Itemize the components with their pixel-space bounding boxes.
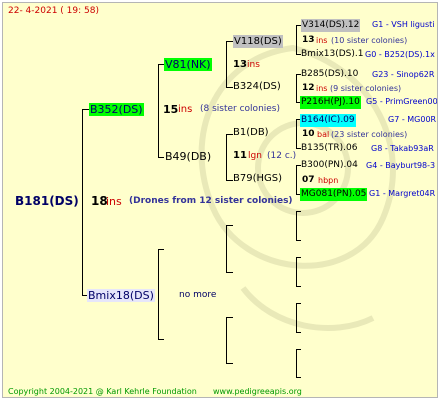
connector xyxy=(158,157,164,158)
gen3-queen-v118[interactable]: V118(DS) xyxy=(233,35,283,48)
connector xyxy=(296,303,297,332)
gen4-mg081-ref: G1 - Margret04R xyxy=(369,189,436,198)
gen4-queen-b164[interactable]: B164(IC).09 xyxy=(300,114,356,127)
gen4-queen-b135[interactable]: B135(TR).06 xyxy=(301,144,357,153)
connector xyxy=(296,257,297,286)
connector xyxy=(296,349,297,377)
connector xyxy=(296,119,297,148)
connector xyxy=(226,317,233,318)
header-timestamp: 22- 4-2021 ( 19: 58) xyxy=(8,6,99,16)
pedigree-chart: 22- 4-2021 ( 19: 58) B181(DS) 18 ins (Dr… xyxy=(2,2,438,398)
gen4-b324-ins: ins xyxy=(316,84,328,93)
gen2-b49-ins: lgn xyxy=(248,151,262,161)
gen4-queen-b285[interactable]: B285(DS).10 xyxy=(301,70,358,79)
gen1-b352-note: (8 sister colonies) xyxy=(200,104,281,114)
gen2-queen-v81[interactable]: V81(NK) xyxy=(164,58,212,71)
connector xyxy=(296,240,301,241)
gen3-queen-b1[interactable]: B1(DB) xyxy=(233,128,269,138)
root-ins: ins xyxy=(106,195,122,208)
gen4-v118-number: 13 xyxy=(302,35,315,45)
connector xyxy=(226,180,233,181)
connector xyxy=(296,211,297,240)
footer-copyright: Copyright 2004-2021 @ Karl Kehrle Founda… xyxy=(8,387,197,396)
gen4-bmix13-ref: G0 - B252(DS).1x xyxy=(365,50,435,59)
connector xyxy=(296,349,301,350)
connector xyxy=(226,317,227,363)
gen4-queen-v314[interactable]: V314(DS).12 xyxy=(301,19,361,32)
gen4-b79-number: 07 xyxy=(302,175,315,185)
gen1-b352-number: 15 xyxy=(163,103,179,116)
connector xyxy=(226,225,227,272)
gen4-b324-number: 12 xyxy=(302,83,315,93)
gen4-b164-ref: G7 - MG00R xyxy=(388,115,437,124)
gen4-b1-ins: bal xyxy=(317,130,330,139)
connector xyxy=(226,363,233,364)
connector xyxy=(226,87,233,88)
gen4-queen-bmix13[interactable]: Bmix13(DS).1 xyxy=(301,50,363,59)
gen4-queen-p216h[interactable]: P216H(PJ).10 xyxy=(300,96,361,109)
connector xyxy=(158,64,159,157)
gen4-v118-ins: ins xyxy=(316,36,328,45)
connector xyxy=(296,377,301,378)
connector xyxy=(158,339,164,340)
connector xyxy=(296,332,301,333)
gen4-b1-number: 10 xyxy=(302,129,315,139)
gen4-b300-ref: G4 - Bayburt98-3 xyxy=(366,161,436,170)
gen1-queen-bmix18[interactable]: Bmix18(DS) xyxy=(87,289,155,302)
gen4-v314-ref: G1 - VSH ligusti xyxy=(372,20,435,29)
connector xyxy=(296,211,301,212)
gen2-b49-number: 11 xyxy=(233,150,247,161)
gen2-v81-ins: ins xyxy=(247,60,260,70)
connector xyxy=(296,165,297,194)
connector xyxy=(226,225,233,226)
gen4-v118-note: (10 sister colonies) xyxy=(331,36,408,45)
connector xyxy=(296,286,301,287)
connector xyxy=(226,134,233,135)
gen1-b352-ins: ins xyxy=(178,104,193,115)
gen4-b135-ref: G8 - Takab93aR xyxy=(371,144,434,153)
connector xyxy=(226,41,227,87)
connector xyxy=(82,109,83,295)
connector xyxy=(158,249,164,250)
gen4-b324-note: (9 sister colonies) xyxy=(330,84,402,93)
footer-website-link[interactable]: www.pedigreeapis.org xyxy=(213,388,302,396)
gen4-p216h-ref: G5 - PrimGreen00 xyxy=(366,97,438,106)
connector xyxy=(296,25,297,54)
connector xyxy=(226,134,227,180)
gen4-b285-ref: G23 - Sinop62R xyxy=(372,70,435,79)
gen3-queen-b79[interactable]: B79(HGS) xyxy=(233,174,282,184)
gen2-v81-number: 13 xyxy=(233,59,247,70)
root-queen-id[interactable]: B181(DS) xyxy=(15,195,79,207)
gen1-bmix18-note: no more xyxy=(179,290,217,300)
connector xyxy=(82,109,89,110)
gen2-b49-note: (12 c.) xyxy=(267,151,297,161)
root-drone-note: (Drones from 12 sister colonies) xyxy=(129,196,293,206)
connector xyxy=(296,74,297,102)
gen3-queen-b324[interactable]: B324(DS) xyxy=(233,82,281,92)
connector xyxy=(226,272,233,273)
gen4-b79-ins: hbpn xyxy=(318,176,339,185)
gen2-queen-b49[interactable]: B49(DB) xyxy=(165,151,211,162)
gen4-queen-b300[interactable]: B300(PN).04 xyxy=(301,161,358,170)
connector xyxy=(296,303,301,304)
gen4-b1-note: (23 sister colonies) xyxy=(331,130,408,139)
gen4-queen-mg081[interactable]: MG081(PN).05 xyxy=(300,188,368,201)
connector xyxy=(296,257,301,258)
connector xyxy=(158,249,159,339)
connector xyxy=(226,41,233,42)
gen1-queen-b352[interactable]: B352(DS) xyxy=(89,103,144,116)
